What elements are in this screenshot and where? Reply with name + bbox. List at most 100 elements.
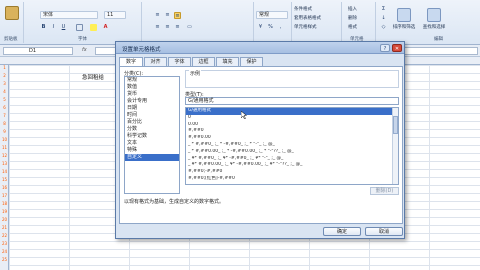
row-number[interactable]: 21: [0, 225, 9, 230]
align-center-icon[interactable]: ≡: [164, 24, 171, 31]
tab-font[interactable]: 字体: [168, 57, 191, 66]
ok-button[interactable]: 确定: [323, 227, 361, 236]
format-item-selected[interactable]: G/通用格式: [186, 108, 398, 115]
cell-text[interactable]: 急回租给: [82, 73, 104, 81]
row-number[interactable]: 10: [0, 137, 9, 142]
currency-icon[interactable]: ¥: [257, 24, 264, 31]
row-number[interactable]: 24: [0, 249, 9, 254]
category-list[interactable]: 常规 数值 货币 会计专用 日期 时间 百分比 分数 科学记数 文本 特殊 自定…: [124, 76, 180, 194]
font-color-icon[interactable]: A: [102, 24, 109, 31]
row-number[interactable]: 18: [0, 201, 9, 206]
name-box[interactable]: D1: [3, 47, 73, 55]
row-headers: 1 2 3 4 5 6 7 8 9 10 11 12 13 14 15 16 17 18 19 20 21 22 23 24 2…: [0, 65, 9, 270]
format-item[interactable]: #,##0;-#,##0: [186, 169, 398, 176]
format-item[interactable]: _ * #,##0_ ;_ * -#,##0_ ;_ * "-"_ ;_ @_: [186, 142, 398, 149]
format-item[interactable]: #,##0: [186, 128, 398, 135]
format-list-scrollbar[interactable]: [392, 108, 398, 184]
font-size-box[interactable]: 11: [104, 11, 126, 19]
fx-icon[interactable]: fx: [82, 47, 87, 53]
clear-icon[interactable]: ◇: [380, 24, 387, 31]
row-number[interactable]: 13: [0, 161, 9, 166]
format-item[interactable]: #,##0;[红色]-#,##0: [186, 176, 398, 183]
row-number[interactable]: 12: [0, 153, 9, 158]
row-number[interactable]: 19: [0, 209, 9, 214]
row-number[interactable]: 20: [0, 217, 9, 222]
sort-filter-button[interactable]: 排序和筛选: [390, 8, 418, 30]
help-icon[interactable]: ?: [380, 44, 390, 52]
percent-icon[interactable]: %: [267, 24, 274, 31]
format-item[interactable]: _ ¥* #,##0.00_ ;_ ¥* -#,##0.00_ ;_ ¥* "-…: [186, 162, 398, 169]
category-item-selected[interactable]: 自定义: [125, 154, 179, 161]
border-icon[interactable]: [76, 24, 83, 31]
category-item[interactable]: 文本: [125, 140, 179, 147]
fill-color-icon[interactable]: [90, 24, 97, 31]
row-number[interactable]: 8: [0, 121, 9, 126]
italic-icon[interactable]: I: [50, 24, 57, 31]
row-number[interactable]: 4: [0, 89, 9, 94]
row-number[interactable]: 15: [0, 177, 9, 182]
category-item[interactable]: 分数: [125, 126, 179, 133]
scrollbar-thumb[interactable]: [393, 116, 398, 134]
row-number[interactable]: 16: [0, 185, 9, 190]
category-item[interactable]: 特殊: [125, 147, 179, 154]
alignment-group: ≡ ≡ ≡ ≡ ≡ ≡ ▭: [142, 2, 254, 43]
format-item[interactable]: 0: [186, 115, 398, 122]
category-item[interactable]: 货币: [125, 91, 179, 98]
row-number[interactable]: 2: [0, 73, 9, 78]
category-item[interactable]: 日期: [125, 105, 179, 112]
tab-protection[interactable]: 保护: [240, 57, 263, 66]
close-icon[interactable]: ✕: [392, 44, 402, 52]
format-button[interactable]: 格式: [348, 24, 357, 31]
align-right-icon[interactable]: ≡: [174, 24, 181, 31]
row-number[interactable]: 7: [0, 113, 9, 118]
category-item[interactable]: 常规: [125, 77, 179, 84]
font-name-box[interactable]: 宋体: [40, 11, 98, 19]
row-number[interactable]: 1: [0, 65, 9, 70]
dialog-title-bar: 设置单元格格式 ? ✕: [116, 42, 404, 54]
delete-button[interactable]: 删除: [348, 15, 357, 22]
row-number[interactable]: 11: [0, 145, 9, 150]
align-bottom-icon[interactable]: ≡: [174, 12, 181, 19]
row-number[interactable]: 9: [0, 129, 9, 134]
row-number[interactable]: 25: [0, 257, 9, 262]
category-item[interactable]: 会计专用: [125, 98, 179, 105]
align-middle-icon[interactable]: ≡: [164, 12, 171, 19]
category-item[interactable]: 时间: [125, 112, 179, 119]
align-top-icon[interactable]: ≡: [154, 12, 161, 19]
row-number[interactable]: 17: [0, 193, 9, 198]
format-item[interactable]: _ ¥* #,##0_ ;_ ¥* -#,##0_ ;_ ¥* "-"_ ;_ …: [186, 156, 398, 163]
tab-alignment[interactable]: 对齐: [144, 57, 167, 66]
find-select-button[interactable]: 查找和选择: [420, 8, 448, 30]
row-number[interactable]: 22: [0, 233, 9, 238]
conditional-format-button[interactable]: 条件格式: [294, 6, 312, 13]
row-number[interactable]: 6: [0, 105, 9, 110]
category-item[interactable]: 百分比: [125, 119, 179, 126]
fill-icon[interactable]: ↓: [380, 15, 387, 22]
tab-fill[interactable]: 填充: [216, 57, 239, 66]
cell-styles-button[interactable]: 单元格样式: [294, 24, 317, 31]
category-item[interactable]: 数值: [125, 84, 179, 91]
delete-format-button[interactable]: 删除(D): [370, 187, 399, 195]
cancel-button[interactable]: 取消: [365, 227, 403, 236]
format-item[interactable]: #,##0.00: [186, 135, 398, 142]
row-number[interactable]: 3: [0, 81, 9, 86]
category-item[interactable]: 科学记数: [125, 133, 179, 140]
align-left-icon[interactable]: ≡: [154, 24, 161, 31]
format-item[interactable]: _ * #,##0.00_ ;_ * -#,##0.00_ ;_ * "-"??…: [186, 149, 398, 156]
format-list[interactable]: G/通用格式 0 0.00 #,##0 #,##0.00 _ * #,##0_ …: [185, 107, 399, 185]
type-input[interactable]: G/通用格式: [185, 97, 399, 105]
tab-border[interactable]: 边框: [192, 57, 215, 66]
comma-icon[interactable]: ,: [277, 24, 284, 31]
row-number[interactable]: 23: [0, 241, 9, 246]
row-number[interactable]: 14: [0, 169, 9, 174]
underline-icon[interactable]: U: [60, 24, 67, 31]
bold-icon[interactable]: B: [40, 24, 47, 31]
number-format-box[interactable]: 常规: [256, 11, 288, 19]
table-format-button[interactable]: 套用表格格式: [294, 15, 321, 22]
row-number[interactable]: 5: [0, 97, 9, 102]
autosum-icon[interactable]: Σ: [380, 6, 387, 13]
format-item[interactable]: 0.00: [186, 122, 398, 129]
insert-button[interactable]: 插入: [348, 6, 357, 13]
merge-cells-icon[interactable]: ▭: [186, 24, 193, 31]
paste-button[interactable]: [2, 6, 22, 22]
